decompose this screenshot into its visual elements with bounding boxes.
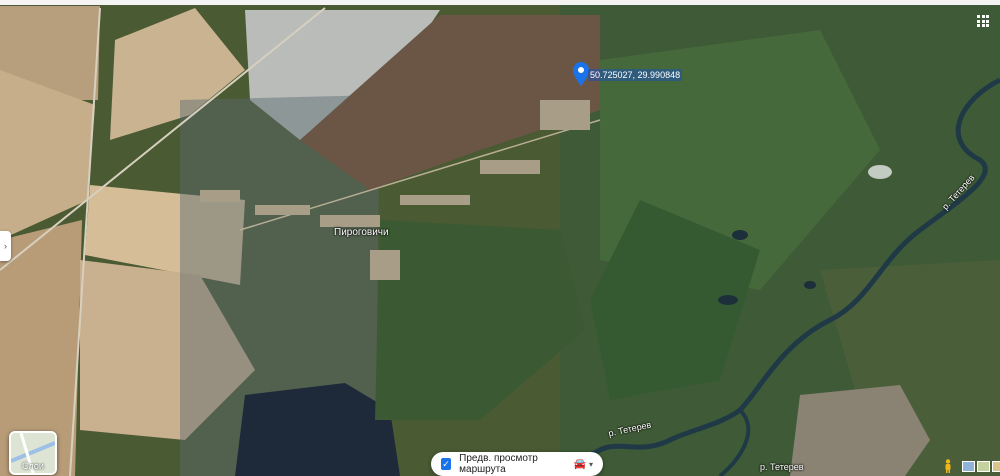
location-pin-icon[interactable] — [573, 62, 589, 86]
river-label: р. Тетерев — [760, 462, 804, 472]
chevron-right-icon: › — [4, 241, 7, 251]
marker-coordinates[interactable]: 50.725027, 29.990848 — [588, 69, 683, 81]
layers-label: Слои — [22, 461, 44, 471]
satellite-map[interactable] — [0, 0, 1000, 476]
car-icon: 🚘 — [573, 458, 586, 470]
chevron-down-icon: ▾ — [588, 459, 593, 469]
imagery-thumbnail[interactable] — [962, 461, 975, 472]
imagery-thumbnails[interactable] — [962, 461, 1000, 472]
layers-button[interactable]: Слои — [9, 431, 57, 475]
checkbox[interactable]: ✓ — [441, 458, 452, 470]
apps-grid-icon[interactable] — [977, 15, 989, 27]
place-label[interactable]: Пироговичи — [334, 227, 389, 238]
pegman-icon[interactable] — [943, 459, 953, 473]
imagery-thumbnail[interactable] — [992, 461, 1000, 472]
imagery-thumbnail[interactable] — [977, 461, 990, 472]
route-preview-toggle[interactable]: ✓ Предв. просмотр маршрута 🚘 ▾ — [431, 452, 603, 476]
route-preview-label: Предв. просмотр маршрута — [459, 453, 538, 475]
side-panel-toggle-button[interactable]: › — [0, 231, 11, 261]
